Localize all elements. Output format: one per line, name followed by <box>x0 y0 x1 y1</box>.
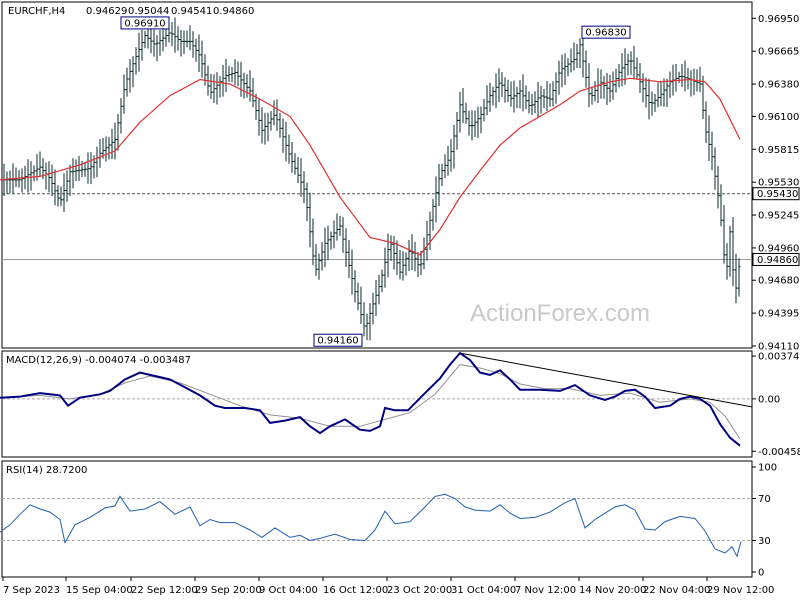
price-tick-label: 0.94960 <box>758 243 799 254</box>
reference-level-label: 0.94860 <box>757 255 798 266</box>
time-tick-label: 29 Nov 12:00 <box>707 585 774 596</box>
rsi-tick-label: 100 <box>758 463 777 474</box>
price-label: 0.96910 <box>124 18 165 29</box>
price-tick-label: 0.96665 <box>758 47 799 58</box>
macd-panel: MACD(12,26,9) -0.004074 -0.003487 0.0037… <box>0 350 800 458</box>
macd-tick-label: 0.00 <box>758 394 780 405</box>
price-panel-title: EURCHF,H4 <box>8 6 65 17</box>
ohlc-open: 0.94629 <box>86 6 127 17</box>
time-axis: 7 Sep 2023 15 Sep 04:0022 Sep 12:0029 Sep… <box>2 577 774 596</box>
time-tick-label: 31 Oct 04:00 <box>451 585 516 596</box>
macd-panel-frame <box>1 350 753 458</box>
macd-tick-label: -0.004585 <box>758 447 800 458</box>
eurchf-chart: ActionForex.com EURCHF,H4 0.94629 0.9504… <box>0 1 800 596</box>
rsi-tick-label: 70 <box>758 494 771 505</box>
time-tick-label: 15 Sep 04:00 <box>66 585 133 596</box>
ohlc-high: 0.95044 <box>128 6 169 17</box>
time-tick-label: 22 Nov 04:00 <box>643 585 710 596</box>
price-panel-frame <box>1 1 753 349</box>
price-label: 0.96830 <box>585 28 626 39</box>
time-tick-label: 9 Oct 04:00 <box>259 585 318 596</box>
ohlc-low: 0.94541 <box>171 6 212 17</box>
price-tick-label: 0.94680 <box>758 276 799 287</box>
price-tick-label: 0.96100 <box>758 112 799 123</box>
rsi-tick-label: 30 <box>758 536 771 547</box>
price-tick-label: 0.96380 <box>758 80 799 91</box>
time-tick-label: 7 Sep 2023 <box>3 585 60 596</box>
macd-panel-title: MACD(12,26,9) -0.004074 -0.003487 <box>6 355 191 366</box>
watermark: ActionForex.com <box>470 300 650 327</box>
time-tick-label: 7 Nov 12:00 <box>515 585 576 596</box>
time-tick-label: 29 Sep 20:00 <box>195 585 262 596</box>
price-tick-label: 0.96950 <box>758 14 799 25</box>
rsi-panel-title: RSI(14) 28.7200 <box>6 465 87 476</box>
reference-level-label: 0.95430 <box>757 189 798 200</box>
price-tick-label: 0.95815 <box>758 145 799 156</box>
price-tick-label: 0.95530 <box>758 178 799 189</box>
price-panel: ActionForex.com EURCHF,H4 0.94629 0.9504… <box>0 1 800 353</box>
rsi-panel: RSI(14) 28.7200 100 70 30 0 <box>0 460 777 579</box>
price-label: 0.94160 <box>317 336 358 347</box>
time-tick-label: 23 Oct 20:00 <box>387 585 452 596</box>
ohlc-close: 0.94860 <box>213 6 254 17</box>
price-tick-label: 0.95245 <box>758 211 799 222</box>
time-tick-label: 16 Oct 12:00 <box>323 585 388 596</box>
rsi-tick-label: 0 <box>758 568 764 579</box>
time-tick-label: 14 Nov 20:00 <box>579 585 646 596</box>
price-tick-label: 0.94395 <box>758 309 799 320</box>
macd-tick-label: 0.003743 <box>758 352 800 363</box>
time-tick-label: 22 Sep 12:00 <box>131 585 198 596</box>
